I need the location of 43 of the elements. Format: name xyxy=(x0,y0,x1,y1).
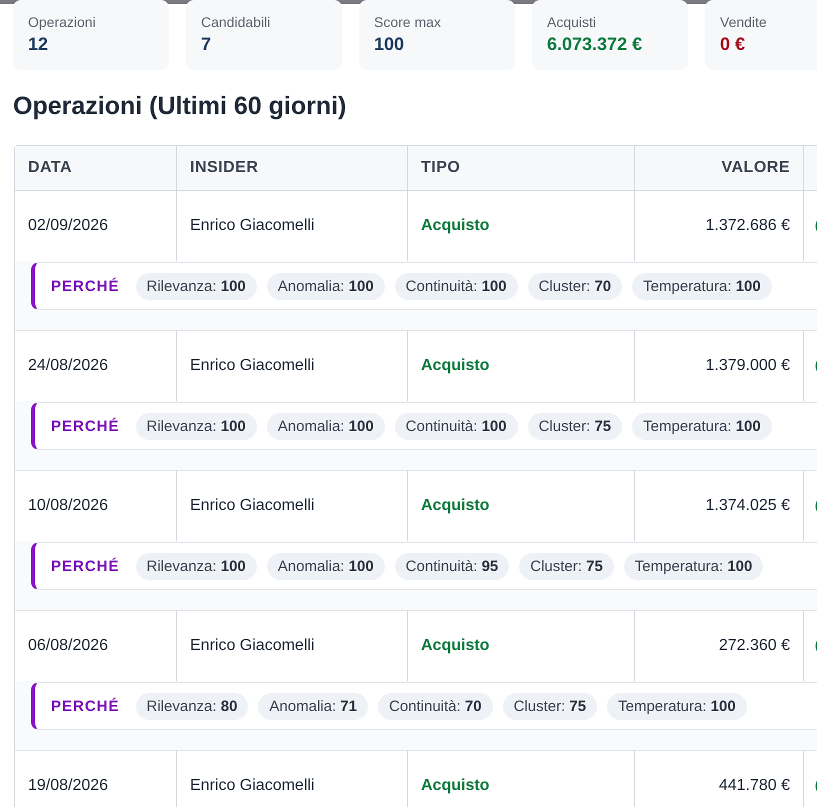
score-chip: Continuità: 95 xyxy=(394,552,510,580)
score-chip: Anomalia: 100 xyxy=(266,412,385,440)
column-header: VALORE xyxy=(635,146,804,191)
type-cell: Acquisto xyxy=(408,751,635,807)
score-chip: Rilevanza: 100 xyxy=(136,552,257,580)
stat-label: Candidabili xyxy=(201,14,272,30)
stat-value: 0 € xyxy=(720,34,746,55)
column-header: INSIDER xyxy=(177,146,408,191)
score-chip: Anomalia: 100 xyxy=(266,272,385,300)
score-chip: Cluster: 75 xyxy=(528,412,622,440)
date-cell: 19/08/2026 xyxy=(15,751,177,807)
score-chip: Cluster: 70 xyxy=(528,272,622,300)
why-label: PERCHÉ xyxy=(51,278,120,294)
score-chip: Anomalia: 100 xyxy=(266,552,385,580)
score-chip: Continuità: 100 xyxy=(394,272,518,300)
score-chip: Rilevanza: 100 xyxy=(136,272,257,300)
score-chip: Temperatura: 100 xyxy=(624,552,764,580)
why-label: PERCHÉ xyxy=(51,558,120,574)
stat-value: 7 xyxy=(201,34,212,55)
score-chip: Rilevanza: 80 xyxy=(136,692,248,720)
score-chip: Cluster: 75 xyxy=(502,692,598,720)
section-title: Operazioni (Ultimi 60 giorni) xyxy=(13,92,346,121)
insider-cell: Enrico Giacomelli xyxy=(177,751,408,807)
stat-value: 12 xyxy=(28,34,48,55)
stat-label: Vendite xyxy=(720,14,768,30)
score-chip: Continuità: 70 xyxy=(378,692,493,720)
column-header: DATA xyxy=(15,146,177,191)
value-cell: 441.780 € xyxy=(635,751,804,807)
column-header: TIPO xyxy=(408,146,635,191)
score-chip: Continuità: 100 xyxy=(394,412,518,440)
stat-label: Acquisti xyxy=(547,14,598,30)
score-chip: Temperatura: 100 xyxy=(632,412,772,440)
stat-label: Score max xyxy=(374,14,442,30)
score-chip: Rilevanza: 100 xyxy=(136,412,257,440)
score-chip: Temperatura: 100 xyxy=(607,692,747,720)
why-label: PERCHÉ xyxy=(51,698,120,714)
why-label: PERCHÉ xyxy=(51,418,120,434)
score-chip: Anomalia: 71 xyxy=(258,692,368,720)
stat-label: Operazioni xyxy=(28,14,97,30)
score-chip: Temperatura: 100 xyxy=(632,272,772,300)
stat-value: 6.073.372 € xyxy=(547,34,642,55)
score-chip: Cluster: 75 xyxy=(519,552,614,580)
stat-value: 100 xyxy=(374,34,404,55)
